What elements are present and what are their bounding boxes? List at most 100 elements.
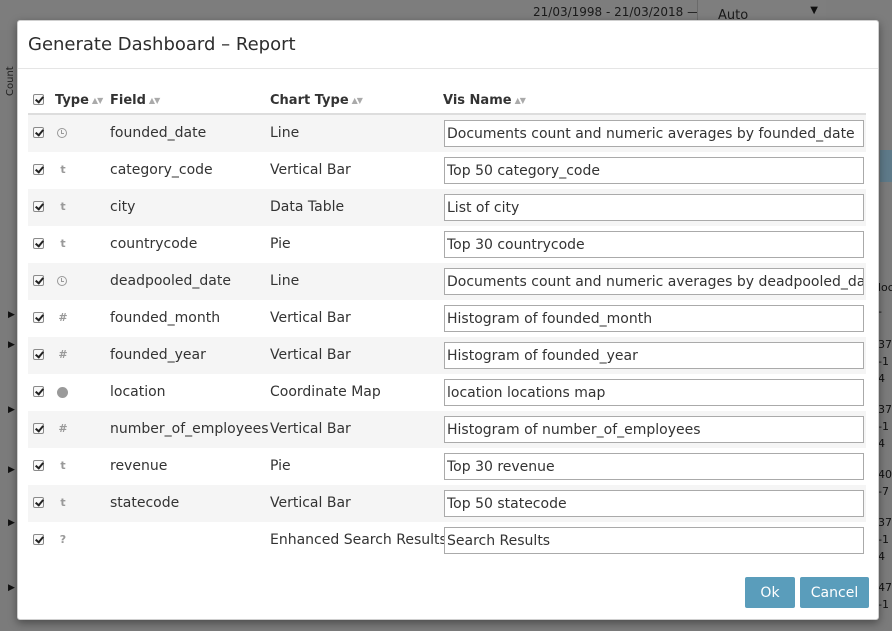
background-cell: -1: [878, 355, 889, 368]
string-type-icon: t: [60, 163, 66, 176]
select-all-checkbox[interactable]: [33, 94, 44, 105]
field-name: statecode: [110, 495, 180, 511]
background-cell: 4: [878, 437, 885, 450]
background-y-axis-label: Count: [5, 66, 16, 96]
background-cell: loc: [878, 281, 892, 294]
string-type-icon: t: [60, 237, 66, 250]
vis-name-input[interactable]: [444, 416, 864, 443]
chart-type: Data Table: [270, 199, 345, 215]
row-checkbox[interactable]: [33, 386, 44, 397]
background-cell: 4: [878, 550, 885, 563]
chart-type: Coordinate Map: [270, 384, 381, 400]
table-row: deadpooled_date Line: [28, 263, 866, 300]
vis-name-input[interactable]: [444, 157, 864, 184]
chart-type: Vertical Bar: [270, 310, 351, 326]
sort-icon: ▲▼: [351, 96, 363, 105]
background-histogram-bar: [880, 150, 892, 182]
background-cell: 37: [878, 403, 892, 416]
vis-name-input[interactable]: [444, 194, 864, 221]
table-row: # number_of_employees Vertical Bar: [28, 411, 866, 448]
background-date-range: 21/03/1998 - 21/03/2018 —: [533, 5, 700, 19]
field-name: revenue: [110, 458, 168, 474]
field-name: number_of_employees: [110, 421, 269, 437]
background-cell: -1: [878, 598, 889, 611]
sort-icon: ▲▼: [514, 96, 526, 105]
unknown-type-icon: ?: [59, 533, 67, 546]
vis-name-input[interactable]: [444, 120, 864, 147]
row-checkbox[interactable]: [33, 275, 44, 286]
background-cell: 47: [878, 581, 892, 594]
modal-title: Generate Dashboard – Report: [28, 34, 296, 55]
table-row: founded_date Line: [28, 115, 866, 152]
modal-header: Generate Dashboard – Report: [18, 21, 878, 69]
vis-name-input[interactable]: [444, 527, 864, 554]
vis-name-input[interactable]: [444, 453, 864, 480]
chart-type: Vertical Bar: [270, 162, 351, 178]
table-row: # founded_year Vertical Bar: [28, 337, 866, 374]
generate-dashboard-modal: Generate Dashboard – Report Type ▲▼ Field…: [17, 20, 879, 620]
field-name: location: [110, 384, 166, 400]
caret-right-icon: ▶: [8, 518, 15, 528]
table-row: t category_code Vertical Bar: [28, 152, 866, 189]
field-name: city: [110, 199, 136, 215]
globe-icon: [57, 387, 68, 398]
chart-type: Enhanced Search Results: [270, 532, 447, 548]
row-checkbox[interactable]: [33, 423, 44, 434]
row-checkbox[interactable]: [33, 534, 44, 545]
background-cell: 37: [878, 338, 892, 351]
chart-type: Vertical Bar: [270, 421, 351, 437]
row-checkbox[interactable]: [33, 201, 44, 212]
row-checkbox[interactable]: [33, 164, 44, 175]
background-cell: -7: [878, 485, 889, 498]
string-type-icon: t: [60, 200, 66, 213]
field-name: founded_year: [110, 347, 206, 363]
column-header-field[interactable]: Field ▲▼: [110, 93, 160, 108]
background-cell: 40: [878, 468, 892, 481]
fields-table: Type ▲▼ Field ▲▼ Chart Type ▲▼ Vis Name ▲▼ f…: [28, 91, 866, 559]
column-header-chart-type[interactable]: Chart Type ▲▼: [270, 93, 363, 108]
table-header: Type ▲▼ Field ▲▼ Chart Type ▲▼ Vis Name ▲▼: [28, 91, 866, 115]
sort-icon: ▲▼: [148, 96, 160, 105]
row-checkbox[interactable]: [33, 497, 44, 508]
field-name: countrycode: [110, 236, 198, 252]
caret-right-icon: ▶: [8, 310, 15, 320]
vis-name-input[interactable]: [444, 379, 864, 406]
field-name: founded_month: [110, 310, 221, 326]
background-cell: 4: [878, 372, 885, 385]
chart-type: Vertical Bar: [270, 495, 351, 511]
chart-type: Pie: [270, 458, 291, 474]
vis-name-input[interactable]: [444, 342, 864, 369]
table-row: t countrycode Pie: [28, 226, 866, 263]
background-cell: 37: [878, 516, 892, 529]
field-name: founded_date: [110, 125, 207, 141]
column-header-type[interactable]: Type ▲▼: [55, 93, 103, 108]
clock-icon: [57, 128, 67, 138]
chart-type: Line: [270, 273, 300, 289]
sort-icon: ▲▼: [91, 96, 103, 105]
vis-name-input[interactable]: [444, 268, 864, 295]
row-checkbox[interactable]: [33, 127, 44, 138]
caret-right-icon: ▶: [8, 340, 15, 350]
row-checkbox[interactable]: [33, 460, 44, 471]
column-header-vis-name[interactable]: Vis Name ▲▼: [443, 93, 526, 108]
vis-name-input[interactable]: [444, 305, 864, 332]
caret-right-icon: ▶: [8, 583, 15, 593]
clock-icon: [57, 276, 67, 286]
vis-name-input[interactable]: [444, 490, 864, 517]
ok-button[interactable]: Ok: [745, 577, 795, 608]
table-row: t statecode Vertical Bar: [28, 485, 866, 522]
cancel-button[interactable]: Cancel: [800, 577, 869, 608]
string-type-icon: t: [60, 496, 66, 509]
caret-right-icon: ▶: [8, 405, 15, 415]
number-type-icon: #: [58, 348, 68, 361]
caret-right-icon: ▶: [8, 465, 15, 475]
chart-type: Vertical Bar: [270, 347, 351, 363]
number-type-icon: #: [58, 311, 68, 324]
number-type-icon: #: [58, 422, 68, 435]
row-checkbox[interactable]: [33, 312, 44, 323]
table-row: location Coordinate Map: [28, 374, 866, 411]
row-checkbox[interactable]: [33, 238, 44, 249]
vis-name-input[interactable]: [444, 231, 864, 258]
row-checkbox[interactable]: [33, 349, 44, 360]
table-row: t revenue Pie: [28, 448, 866, 485]
